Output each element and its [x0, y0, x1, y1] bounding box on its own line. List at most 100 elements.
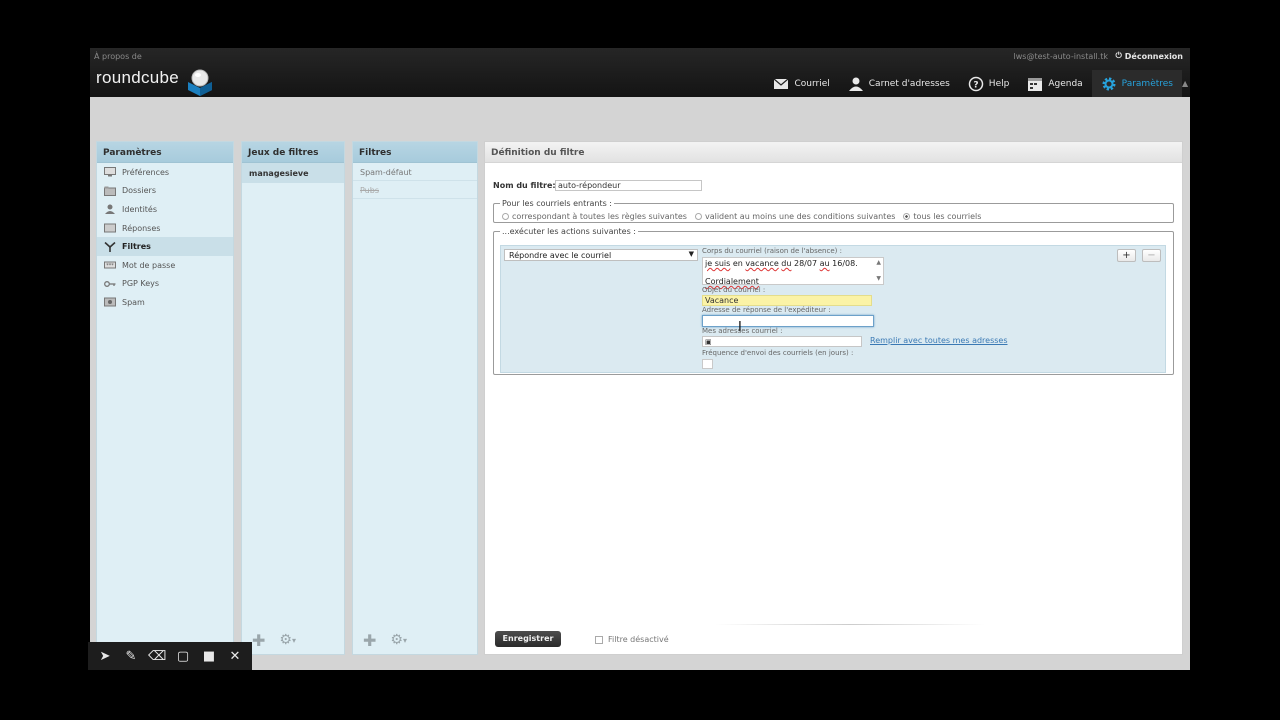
nav-help[interactable]: ? Help: [959, 70, 1019, 97]
filter-actions-button[interactable]: ⚙ ▾: [390, 632, 407, 648]
radio-all-mail-label: tous les courriels: [913, 212, 982, 221]
sidebar-item-preferences[interactable]: Préférences: [97, 163, 233, 182]
action-select[interactable]: Répondre avec le courriel ▼: [504, 249, 698, 261]
subject-input[interactable]: Vacance: [702, 295, 872, 306]
user-email: lws@test-auto-install.tk: [1013, 52, 1108, 61]
filter-definition-title: Définition du filtre: [485, 142, 1182, 163]
sidebar-item-folders[interactable]: Dossiers: [97, 182, 233, 201]
contacts-icon: [848, 77, 863, 91]
calendar-icon: [1028, 77, 1043, 91]
filter-set-actions-button[interactable]: ⚙ ▾: [279, 632, 296, 648]
filter-set-managesieve[interactable]: managesieve: [242, 163, 344, 183]
sidebar-item-label: Spam: [122, 297, 145, 307]
sidebar-item-password[interactable]: *** Mot de passe: [97, 256, 233, 275]
top-bar: À propos de lws@test-auto-install.tk ⏻ D…: [90, 48, 1190, 97]
filter-sets-panel: Jeux de filtres managesieve ✚ ⚙ ▾: [241, 141, 345, 655]
scope-radio-group: correspondant à toutes les règles suivan…: [502, 212, 981, 221]
password-icon: ***: [104, 261, 116, 269]
filter-icon: [104, 241, 116, 252]
filter-form: Nom du filtre: auto-répondeur Pour les c…: [485, 164, 1182, 630]
filter-item-pubs[interactable]: Pubs: [353, 181, 477, 199]
body-word: 28/07: [794, 259, 818, 268]
nav-calendar[interactable]: Agenda: [1018, 70, 1091, 97]
svg-text:?: ?: [973, 80, 978, 90]
radio-all-rules[interactable]: correspondant à toutes les règles suivan…: [502, 212, 687, 221]
folder-icon: [104, 186, 116, 196]
add-action-button[interactable]: +: [1117, 249, 1136, 262]
logout-label: Déconnexion: [1124, 51, 1183, 61]
body-word: je suis: [705, 259, 731, 268]
filter-disabled-checkbox[interactable]: Filtre désactivé: [595, 635, 669, 644]
sidebar-item-identities[interactable]: Identités: [97, 200, 233, 219]
filter-name-input[interactable]: auto-répondeur: [555, 180, 702, 191]
nav-caret-icon[interactable]: ▲: [1182, 79, 1190, 88]
remove-action-button[interactable]: −: [1142, 249, 1161, 262]
body-word: 16/08.: [832, 259, 858, 268]
scroll-up-icon[interactable]: ▲: [876, 258, 881, 268]
gear-icon: [1102, 77, 1116, 90]
gear-icon: ⚙: [390, 632, 403, 648]
nav-contacts-label: Carnet d'adresses: [868, 78, 950, 89]
body-line-1: je suis en vacance du 28/07 au 16/08.: [705, 259, 881, 269]
sidebar-item-label: Réponses: [122, 223, 161, 233]
sidebar-item-label: Identités: [122, 204, 158, 214]
eraser-icon[interactable]: ⌫: [148, 649, 166, 664]
logo: roundcube: [96, 68, 180, 87]
radio-any-rule[interactable]: valident au moins une des conditions sui…: [694, 212, 896, 221]
pen-icon[interactable]: ✎: [122, 649, 140, 664]
nav-contacts[interactable]: Carnet d'adresses: [839, 70, 959, 97]
incoming-legend: Pour les courriels entrants :: [502, 199, 613, 208]
settings-title: Paramètres: [97, 142, 233, 163]
reply-address-label: Adresse de réponse de l'expéditeur :: [702, 306, 831, 314]
nav-mail-label: Courriel: [794, 78, 830, 89]
radio-any-rule-label: valident au moins une des conditions sui…: [704, 212, 896, 221]
address-card-icon: ▣: [705, 338, 712, 346]
add-filter-button[interactable]: ✚: [363, 631, 376, 650]
about-link[interactable]: À propos de: [94, 52, 142, 61]
my-addresses-input[interactable]: ▣: [702, 336, 862, 347]
add-filter-set-button[interactable]: ✚: [252, 631, 265, 650]
filter-name-label: Nom du filtre:: [493, 181, 556, 190]
dropdown-arrow-icon: ▼: [688, 250, 694, 258]
nav-settings[interactable]: Paramètres: [1091, 70, 1182, 97]
fill-all-addresses-link[interactable]: Remplir avec toutes mes adresses: [870, 336, 1008, 345]
reply-address-input[interactable]: [702, 315, 874, 327]
nav-help-label: Help: [988, 78, 1010, 89]
frequency-label: Fréquence d'envoi des courriels (en jour…: [702, 349, 854, 357]
filter-item-spam-default[interactable]: Spam-défaut: [353, 163, 477, 181]
sidebar-item-label: Dossiers: [122, 186, 156, 196]
body-word: en: [732, 259, 743, 268]
roundcube-window: À propos de lws@test-auto-install.tk ⏻ D…: [90, 48, 1190, 670]
settings-panel: Paramètres Préférences Dossiers Identité…: [96, 141, 234, 655]
radio-all-mail[interactable]: tous les courriels: [903, 212, 981, 221]
text-cursor-icon: I: [738, 320, 742, 335]
filter-sets-footer: ✚ ⚙ ▾: [242, 626, 344, 654]
filters-panel: Filtres Spam-défaut Pubs ✚ ⚙ ▾: [352, 141, 478, 655]
body-word: au: [819, 259, 830, 268]
scroll-down-icon[interactable]: ▼: [876, 274, 881, 284]
sidebar-item-responses[interactable]: Réponses: [97, 219, 233, 238]
filter-disabled-label: Filtre désactivé: [608, 635, 669, 644]
close-icon[interactable]: ✕: [226, 649, 244, 664]
rectangle-icon[interactable]: ▢: [174, 649, 192, 664]
nav-mail[interactable]: Courriel: [764, 70, 838, 97]
sidebar-item-filters[interactable]: Filtres: [97, 237, 233, 256]
body-word: du: [781, 259, 792, 268]
save-button[interactable]: Enregistrer: [495, 631, 561, 647]
pointer-icon[interactable]: ➤: [96, 649, 114, 664]
footer-divider: [715, 624, 985, 625]
sidebar-item-label: PGP Keys: [122, 279, 160, 289]
sidebar-item-label: Préférences: [122, 167, 170, 177]
gear-icon: ⚙: [279, 632, 292, 648]
camera-icon[interactable]: ■: [200, 649, 218, 664]
body-textarea[interactable]: je suis en vacance du 28/07 au 16/08. Co…: [702, 257, 884, 286]
actions-legend: ...exécuter les actions suivantes :: [502, 227, 637, 236]
checkbox-box: [595, 635, 603, 644]
sidebar-item-pgp-keys[interactable]: PGP Keys: [97, 275, 233, 294]
filter-definition-panel: Définition du filtre Nom du filtre: auto…: [484, 141, 1183, 655]
my-addresses-label: Mes adresses courriel :: [702, 327, 783, 335]
frequency-input[interactable]: [702, 359, 713, 369]
sidebar-item-spam[interactable]: Spam: [97, 293, 233, 312]
logout-button[interactable]: ⏻ Déconnexion: [1115, 51, 1183, 61]
help-icon: ?: [968, 76, 984, 91]
